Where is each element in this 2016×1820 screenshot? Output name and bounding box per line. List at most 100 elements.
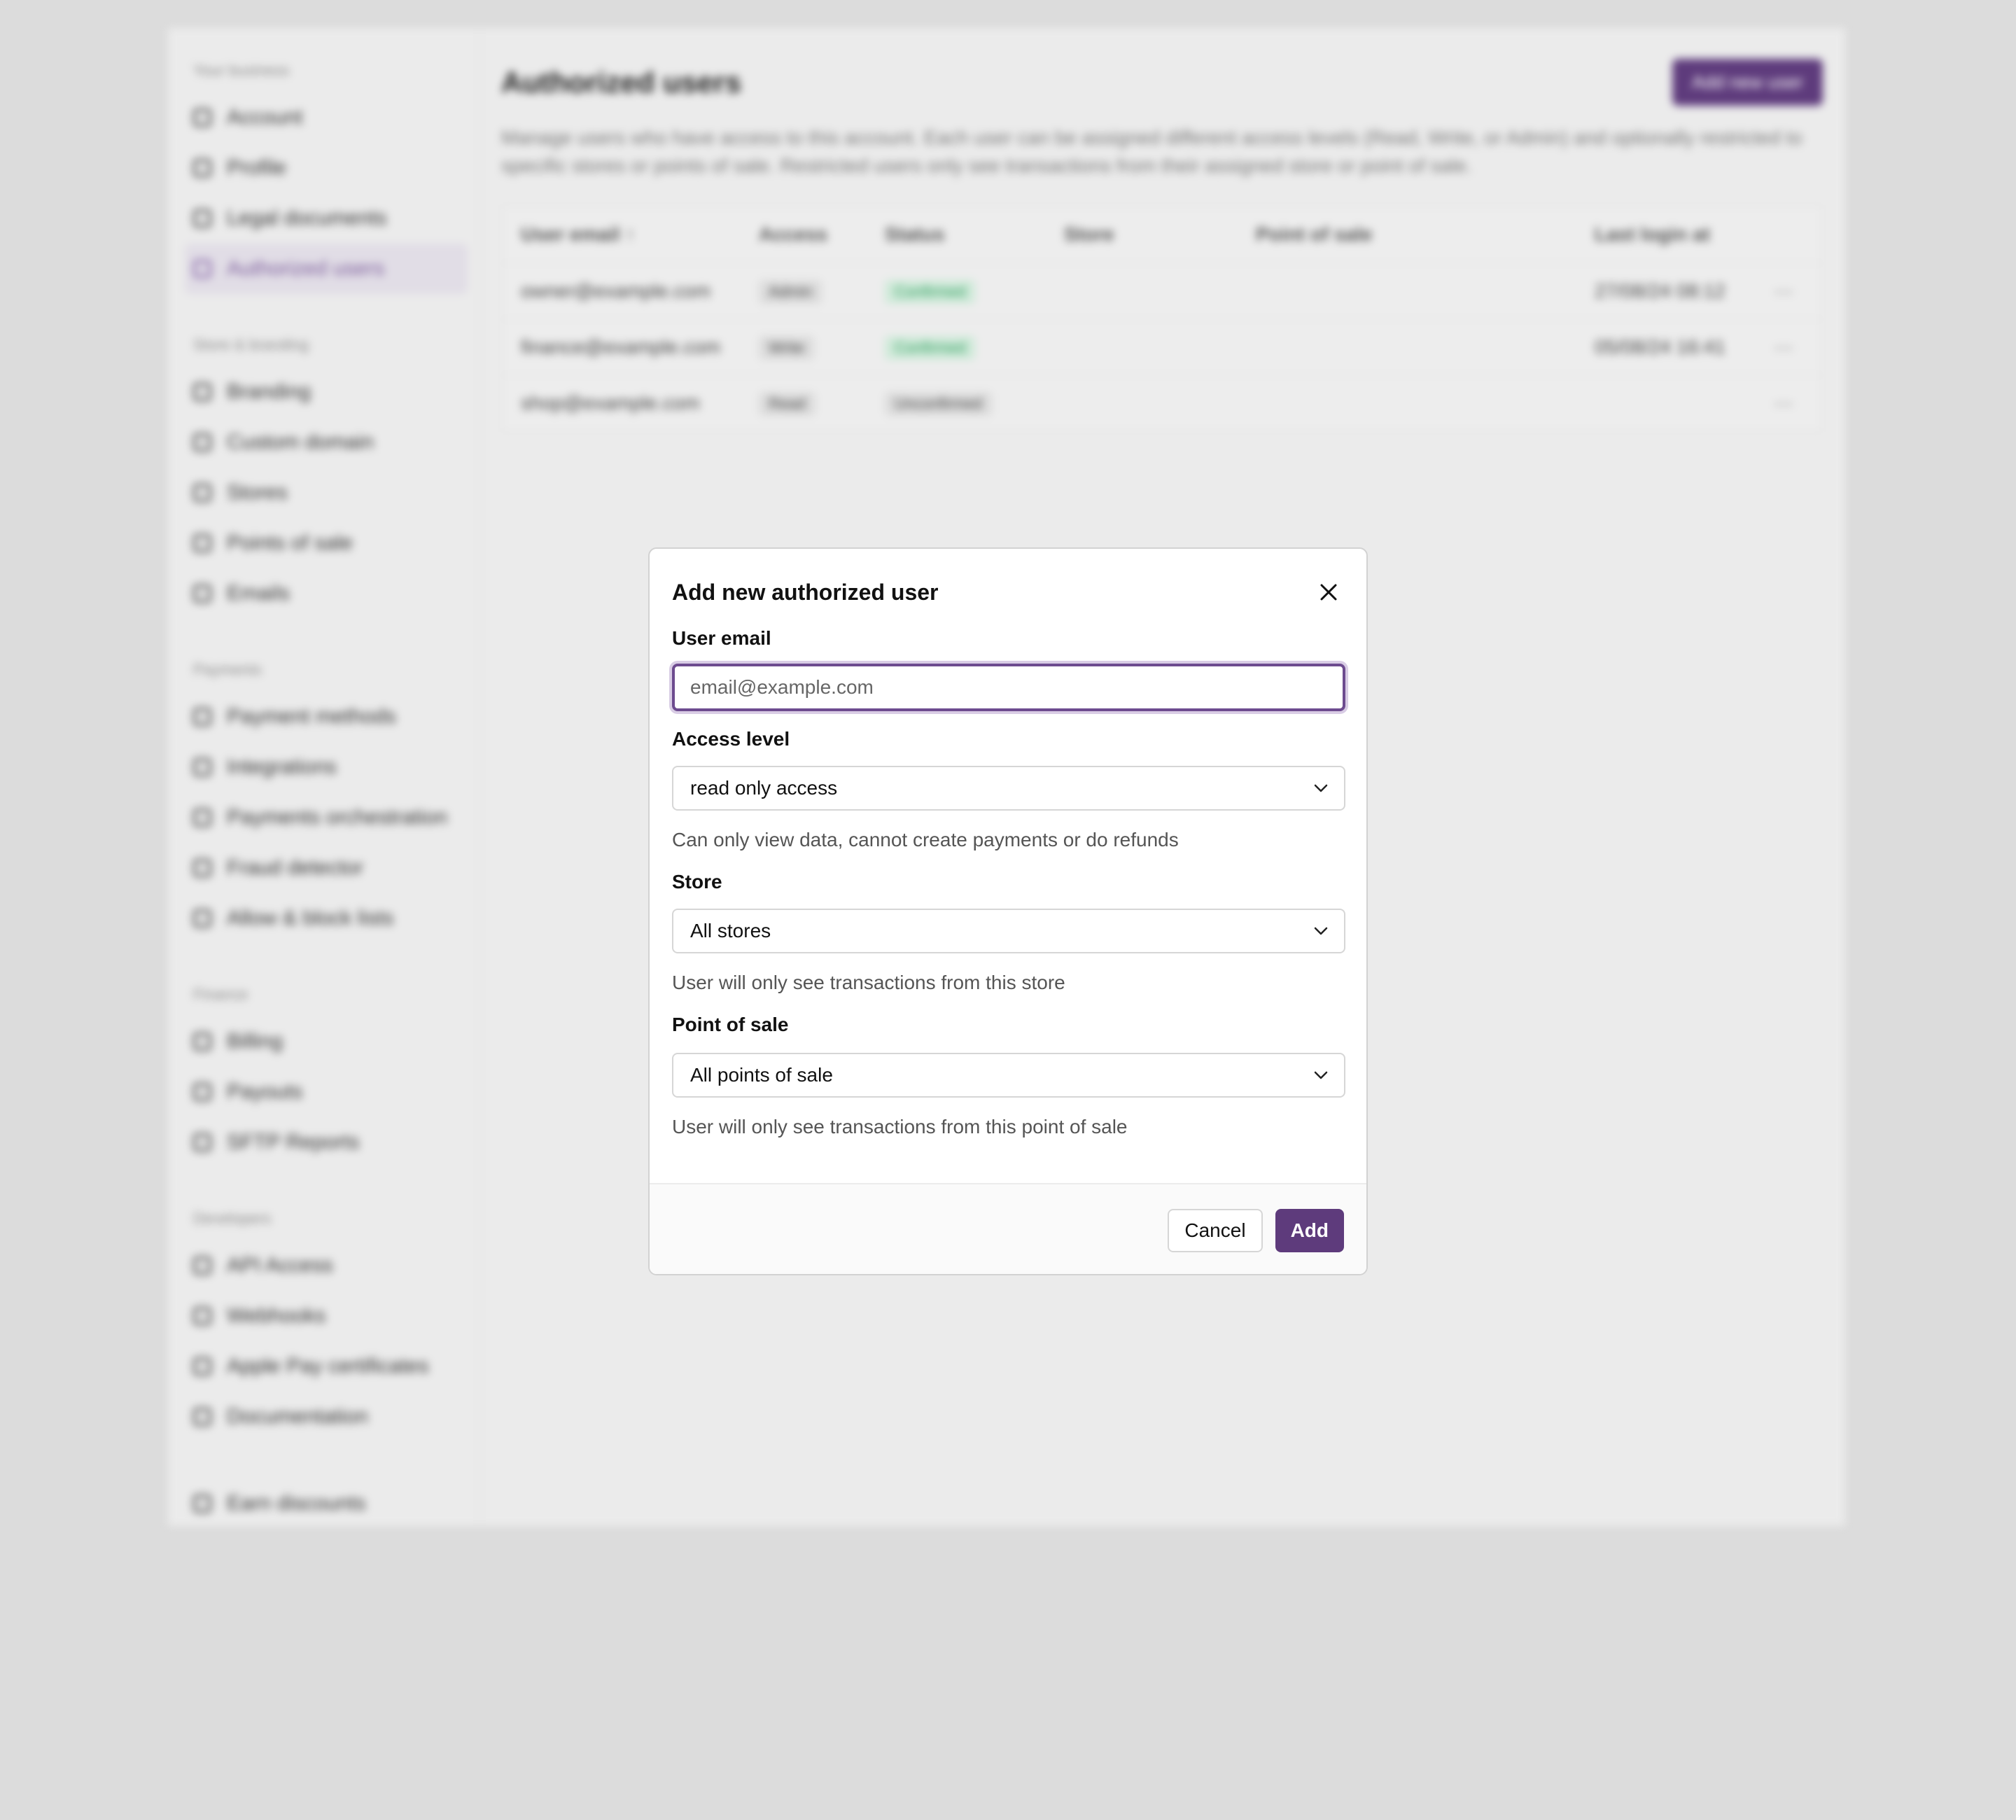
- brush-icon: [193, 383, 211, 401]
- sidebar-item[interactable]: Stores: [185, 468, 468, 518]
- sidebar-item-label: Authorized users: [227, 257, 385, 280]
- pos-icon: [193, 534, 211, 552]
- chevron-down-icon: [1314, 1071, 1328, 1079]
- sidebar-item[interactable]: Integrations: [185, 742, 468, 792]
- store-icon: [193, 484, 211, 502]
- billing-icon: [193, 1032, 211, 1051]
- sidebar-item[interactable]: SFTP Reports: [185, 1117, 468, 1168]
- sidebar-item[interactable]: Apple Pay certificates: [185, 1341, 468, 1392]
- sidebar-item[interactable]: Documentation: [185, 1392, 468, 1442]
- profile-icon: [193, 159, 211, 177]
- sidebar-item-label: Payouts: [227, 1080, 303, 1103]
- point-of-sale-select[interactable]: All points of sale: [672, 1053, 1345, 1098]
- status-badge: Confirmed: [885, 279, 976, 304]
- table-cell: Read: [759, 391, 885, 416]
- table-row[interactable]: shop@example.com Read Unconfirmed ···: [503, 374, 1821, 430]
- sidebar-item-label: Points of sale: [227, 531, 354, 554]
- sidebar-item-label: Stores: [227, 481, 288, 504]
- sidebar-item[interactable]: Payouts: [185, 1067, 468, 1117]
- sidebar-item-label: Legal documents: [227, 206, 387, 230]
- sidebar-item-label: Branding: [227, 380, 312, 403]
- store-value: All stores: [690, 920, 771, 941]
- sidebar-item[interactable]: Points of sale: [185, 518, 468, 568]
- sidebar-item[interactable]: Account: [185, 92, 468, 143]
- sidebar-item-label: API Access: [227, 1254, 333, 1277]
- sidebar-item-label: Documentation: [227, 1405, 368, 1428]
- sidebar-item[interactable]: Legal documents: [185, 193, 468, 244]
- sidebar-item-label: Custom domain: [227, 430, 374, 454]
- column-header[interactable]: Access: [759, 223, 885, 246]
- sidebar-heading: Developers: [193, 1210, 272, 1227]
- user-email-label: User email: [672, 627, 771, 649]
- access-badge: Admin: [759, 279, 822, 304]
- sidebar-item[interactable]: Allow & block lists: [185, 893, 468, 944]
- sidebar-group: Store & branding Branding Custom domain Sto…: [185, 330, 468, 619]
- sidebar-item-label: Payments orchestration: [227, 806, 448, 829]
- access-level-value: read only access: [690, 777, 838, 799]
- table-cell[interactable]: ···: [1774, 280, 1816, 302]
- table-cell: 27/08/24 08:12: [1595, 280, 1726, 302]
- table-cell[interactable]: ···: [1774, 336, 1816, 358]
- sidebar-group: Earn discounts: [185, 1478, 468, 1529]
- sidebar-item-label: Account: [227, 106, 303, 129]
- table-cell: Confirmed: [885, 279, 1064, 304]
- sidebar-item[interactable]: Emails: [185, 568, 468, 619]
- sidebar-item[interactable]: Fraud detector: [185, 843, 468, 893]
- access-level-label: Access level: [672, 728, 790, 750]
- gift-icon: [193, 1494, 211, 1513]
- dialog-body: Add new authorized user User email Acces…: [650, 549, 1366, 1183]
- sidebar-item[interactable]: Earn discounts: [185, 1478, 468, 1529]
- sidebar-item[interactable]: Webhooks: [185, 1291, 468, 1341]
- payout-icon: [193, 1083, 211, 1101]
- sidebar-item[interactable]: Custom domain: [185, 417, 468, 468]
- users-table: User email ↑ Access Status Store Point of sa…: [501, 205, 1823, 432]
- status-badge: Confirmed: [885, 335, 976, 360]
- table-row[interactable]: finance@example.com Write Confirmed 05/08/2…: [503, 318, 1821, 374]
- report-icon: [193, 1133, 211, 1152]
- column-header[interactable]: Store: [1064, 223, 1256, 246]
- sidebar-item[interactable]: Payment methods: [185, 692, 468, 742]
- point-of-sale-value: All points of sale: [690, 1064, 833, 1086]
- sidebar-item[interactable]: Billing: [185, 1016, 468, 1067]
- sidebar-item[interactable]: API Access: [185, 1240, 468, 1291]
- sidebar-item[interactable]: Branding: [185, 367, 468, 417]
- column-header[interactable]: User email ↑: [521, 223, 759, 246]
- table-cell: 05/08/24 16:41: [1595, 336, 1726, 358]
- sidebar-group: Payments Payment methods Integrations Payme…: [185, 655, 468, 944]
- column-header[interactable]: Last login at: [1595, 223, 1774, 246]
- sidebar-item[interactable]: Authorized users: [185, 244, 468, 294]
- table-row[interactable]: owner@example.com Admin Confirmed 27/08/24 …: [503, 262, 1821, 318]
- sidebar-item-label: Apple Pay certificates: [227, 1354, 429, 1378]
- sidebar-item-label: SFTP Reports: [227, 1130, 360, 1154]
- sidebar: Your business Account Profile Legal documen…: [168, 28, 480, 1526]
- cancel-button[interactable]: Cancel: [1168, 1209, 1263, 1252]
- user-email-input[interactable]: [672, 664, 1345, 711]
- sidebar-item[interactable]: Payments orchestration: [185, 792, 468, 843]
- grid-icon: [193, 758, 211, 776]
- add-button[interactable]: Add: [1275, 1209, 1344, 1252]
- table-cell: Admin: [759, 279, 885, 304]
- table-cell[interactable]: ···: [1774, 392, 1816, 414]
- code-icon: [193, 1408, 211, 1426]
- close-button[interactable]: [1313, 577, 1344, 608]
- apple-icon: [193, 1357, 211, 1376]
- column-header[interactable]: Point of sale: [1256, 223, 1595, 246]
- sidebar-item-label: Payment methods: [227, 705, 396, 728]
- sidebar-heading: Payments: [193, 661, 262, 678]
- table-cell: Write: [759, 335, 885, 360]
- webhook-icon: [193, 1307, 211, 1325]
- store-select[interactable]: All stores: [672, 909, 1345, 953]
- sidebar-item-label: Billing: [227, 1030, 284, 1053]
- dialog-header: Add new authorized user: [672, 570, 1344, 615]
- add-new-user-button[interactable]: Add new user: [1672, 59, 1823, 106]
- point-of-sale-hint: User will only see transactions from thi…: [672, 1116, 1128, 1138]
- access-level-select[interactable]: read only access: [672, 766, 1345, 811]
- add-user-dialog: Add new authorized user User email Acces…: [648, 547, 1368, 1275]
- sidebar-heading: Finance: [193, 986, 248, 1003]
- column-header[interactable]: Status: [885, 223, 1064, 246]
- page-description: Manage users who have access to this acc…: [501, 127, 1802, 176]
- sidebar-item-label: Emails: [227, 582, 290, 605]
- mail-icon: [193, 584, 211, 603]
- sidebar-item[interactable]: Profile: [185, 143, 468, 193]
- access-badge: Write: [759, 335, 814, 360]
